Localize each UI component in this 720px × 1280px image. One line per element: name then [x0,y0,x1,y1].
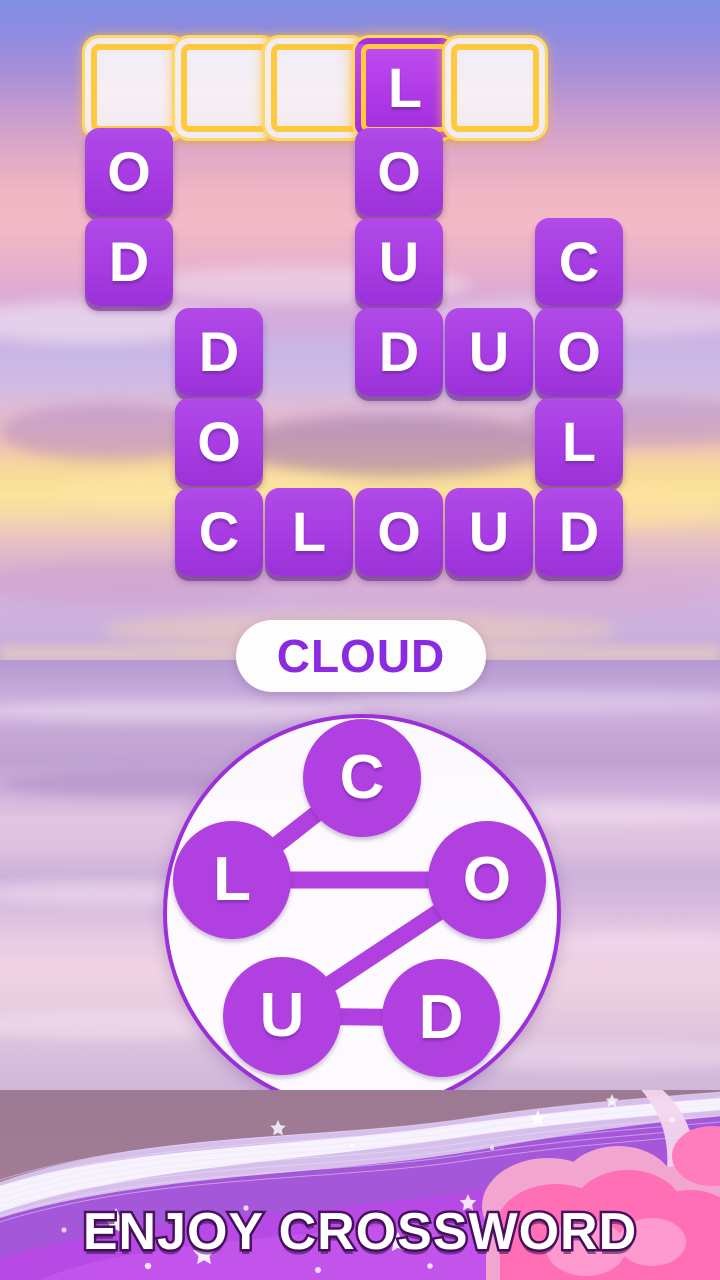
banner-title: ENJOY CROSSWORD [80,1201,638,1264]
wheel-letter-nodes: CL OUD [0,0,720,1280]
wheel-letter-o[interactable]: O [428,821,546,939]
wheel-letter-u[interactable]: U [223,957,341,1075]
wheel-letter-l[interactable]: L [173,821,291,939]
wheel-letter-c[interactable]: C [303,719,421,837]
wheel-letter-d[interactable]: D [382,959,500,1077]
bottom-banner: ENJOY CROSSWORD [0,1090,720,1280]
